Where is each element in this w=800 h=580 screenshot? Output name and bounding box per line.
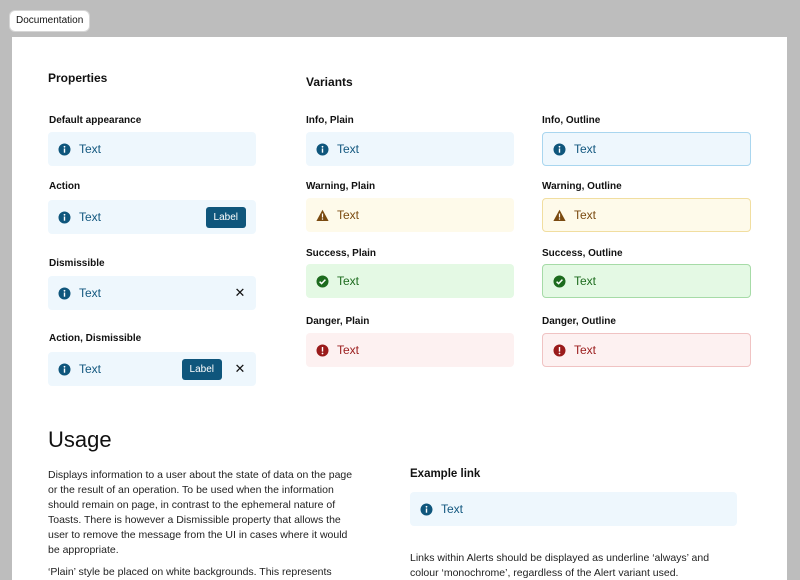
- action-label: Action: [49, 181, 81, 192]
- usage-paragraph: Displays information to a user about the…: [48, 469, 353, 556]
- alert-warning-plain: Text: [306, 198, 514, 232]
- info-outline-label: Info, Outline: [542, 115, 601, 126]
- alert-success-plain: Text: [306, 264, 514, 298]
- error-icon: [553, 344, 566, 357]
- alert-success-outline: Text: [542, 264, 751, 298]
- warning-icon: [316, 209, 329, 222]
- success-outline-label: Success, Outline: [542, 248, 623, 259]
- alert-action-dismissible: Text Label ✕: [48, 352, 256, 386]
- alert-text: Text: [574, 274, 597, 288]
- info-icon: [58, 211, 71, 224]
- alert-example-link: Text: [410, 492, 737, 526]
- alert-info-plain: Text: [306, 132, 514, 166]
- info-icon: [58, 143, 71, 156]
- alert-text: Text: [79, 286, 102, 300]
- example-link-heading: Example link: [410, 468, 481, 480]
- info-plain-label: Info, Plain: [306, 115, 354, 126]
- label-button[interactable]: Label: [205, 206, 246, 228]
- label-button[interactable]: Label: [181, 358, 222, 380]
- dismissible-label: Dismissible: [49, 258, 105, 269]
- alert-danger-outline: Text: [542, 333, 751, 367]
- warning-plain-label: Warning, Plain: [306, 181, 376, 192]
- danger-plain-label: Danger, Plain: [306, 316, 370, 327]
- warning-outline-label: Warning, Outline: [542, 181, 622, 192]
- variants-heading: Variants: [306, 75, 353, 89]
- alert-default: Text: [48, 132, 256, 166]
- info-icon: [58, 363, 71, 376]
- alert-text: Text: [441, 502, 464, 516]
- example-note: Links within Alerts should be displayed …: [410, 552, 710, 579]
- alert-text: Text: [79, 362, 102, 376]
- alert-info-outline: Text: [542, 132, 751, 166]
- alert-text: Text: [574, 142, 597, 156]
- documentation-canvas: Properties Default appearance Text Actio…: [12, 37, 787, 580]
- action-dismissible-label: Action, Dismissible: [49, 333, 142, 344]
- check-circle-icon: [553, 275, 566, 288]
- alert-text: Text: [79, 142, 102, 156]
- info-icon: [553, 143, 566, 156]
- alert-text: Text: [574, 343, 597, 357]
- info-icon: [58, 287, 71, 300]
- alert-text: Text: [79, 210, 102, 224]
- properties-heading: Properties: [48, 71, 108, 85]
- alert-text: Text: [574, 208, 597, 222]
- success-plain-label: Success, Plain: [306, 248, 377, 259]
- alert-text: Text: [337, 343, 360, 357]
- alert-danger-plain: Text: [306, 333, 514, 367]
- alert-text: Text: [337, 274, 360, 288]
- info-icon: [420, 503, 433, 516]
- default-appearance-label: Default appearance: [49, 115, 142, 126]
- close-icon[interactable]: ✕: [234, 285, 246, 301]
- documentation-tab[interactable]: Documentation: [10, 11, 90, 31]
- info-icon: [316, 143, 329, 156]
- check-circle-icon: [316, 275, 329, 288]
- alert-action: Text Label: [48, 200, 256, 234]
- danger-outline-label: Danger, Outline: [542, 316, 616, 327]
- usage-paragraph-2: ‘Plain’ style be placed on white backgro…: [48, 566, 332, 578]
- alert-warning-outline: Text: [542, 198, 751, 232]
- alert-text: Text: [337, 208, 360, 222]
- error-icon: [316, 344, 329, 357]
- close-icon[interactable]: ✕: [234, 361, 246, 377]
- warning-icon: [553, 209, 566, 222]
- alert-dismissible: Text ✕: [48, 276, 256, 310]
- alert-text: Text: [337, 142, 360, 156]
- usage-title: Usage: [48, 427, 112, 452]
